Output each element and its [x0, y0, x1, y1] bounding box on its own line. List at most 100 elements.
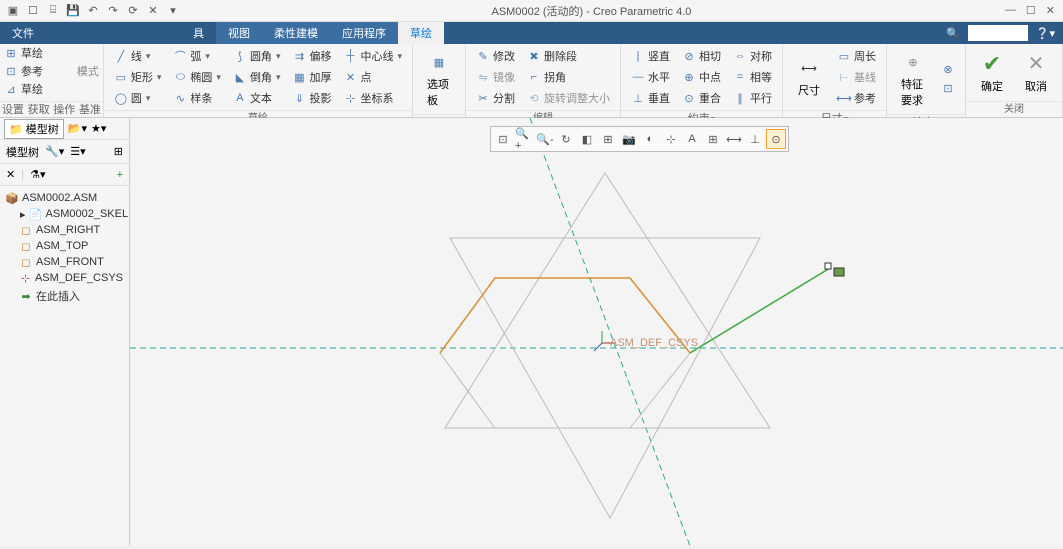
- text-button[interactable]: A文本: [229, 88, 285, 108]
- cancel-button[interactable]: ✕ 取消: [1016, 48, 1056, 98]
- sketch-ref[interactable]: ⊡参考模式: [0, 62, 103, 80]
- filter-x-icon[interactable]: ✕: [6, 168, 15, 181]
- filter-add-icon[interactable]: +: [117, 169, 123, 181]
- tree-settings-icon[interactable]: 🔧▾: [45, 145, 64, 158]
- tree-right[interactable]: ◻ASM_RIGHT: [2, 222, 127, 238]
- close-icon[interactable]: ✕: [1046, 4, 1055, 17]
- tree-tab[interactable]: 📁 模型树: [4, 119, 64, 139]
- close-win-icon[interactable]: ✕: [144, 2, 162, 20]
- saved-views-icon[interactable]: 📷: [619, 129, 639, 149]
- tree-top[interactable]: ◻ASM_TOP: [2, 238, 127, 254]
- corner-button[interactable]: ⌐拐角: [523, 67, 614, 87]
- constraint-disp-icon[interactable]: ⊥: [745, 129, 765, 149]
- new-icon[interactable]: ☐: [24, 2, 42, 20]
- dim-disp-icon[interactable]: ⟷: [724, 129, 744, 149]
- help-dropdown-icon[interactable]: ❔▾: [1036, 27, 1055, 40]
- spline-button[interactable]: ∿样条: [169, 88, 225, 108]
- grid-disp-icon[interactable]: ⊞: [703, 129, 723, 149]
- ok-button[interactable]: ✔ 确定: [972, 48, 1012, 98]
- folder-tab[interactable]: 📂▾: [68, 122, 87, 135]
- shade-icon[interactable]: ◧: [577, 129, 597, 149]
- point-button[interactable]: ✕点: [339, 67, 406, 87]
- group-label-setup: 设置 获取数据 操作▾ 基准: [0, 101, 103, 117]
- graphics-canvas[interactable]: ASM_DEF_CSYS ⊡ 🔍+ 🔍- ↻ ◧ ⊞ 📷 ◐ ⊹ A ⊞ ⟷ ⊥…: [130, 118, 1063, 546]
- feature-req-button[interactable]: ⊕ 特征要求: [893, 46, 933, 112]
- maximize-icon[interactable]: ☐: [1026, 4, 1036, 17]
- csys-button[interactable]: ⊹坐标系: [339, 88, 406, 108]
- tab-app[interactable]: 应用程序: [330, 22, 398, 44]
- filter-funnel-icon[interactable]: ⚗▾: [30, 168, 45, 181]
- zoom-out-icon[interactable]: 🔍-: [535, 129, 555, 149]
- project-button[interactable]: ⇓投影: [288, 88, 335, 108]
- reference-button[interactable]: ⟷参考: [833, 88, 880, 108]
- perimeter-button[interactable]: ▭周长: [833, 46, 880, 66]
- refit-icon[interactable]: ⊡: [493, 129, 513, 149]
- inspect-1[interactable]: ⊗: [937, 61, 959, 79]
- vertex-disp-icon[interactable]: ⊙: [766, 129, 786, 149]
- sketch-setup-2[interactable]: ⊿草绘: [0, 80, 103, 98]
- tree-show-icon[interactable]: ☰▾: [70, 145, 85, 158]
- tangent-button[interactable]: ⊘相切: [678, 46, 725, 66]
- divide-button[interactable]: ✂分割: [472, 88, 519, 108]
- palette-button[interactable]: ▦ 选项板: [419, 46, 459, 112]
- vertical-button[interactable]: |竖直: [627, 46, 674, 66]
- repaint-icon[interactable]: ↻: [556, 129, 576, 149]
- parallel-icon: ∥: [733, 91, 747, 105]
- centerline-button[interactable]: ┼中心线▾: [339, 46, 406, 66]
- arc-button[interactable]: ⌒弧▾: [169, 46, 225, 66]
- tab-file[interactable]: 文件: [0, 22, 46, 44]
- tree-filter-icon[interactable]: ⊞: [114, 145, 123, 158]
- minimize-icon[interactable]: —: [1005, 4, 1016, 17]
- zoom-in-icon[interactable]: 🔍+: [514, 129, 534, 149]
- modify-button[interactable]: ✎修改: [472, 46, 519, 66]
- circle-button[interactable]: ◯圆▾: [110, 88, 166, 108]
- thicken-icon: ▦: [292, 70, 306, 84]
- sketch-setup-1[interactable]: ⊞草绘: [0, 44, 103, 62]
- undo-icon[interactable]: ↶: [84, 2, 102, 20]
- inspect-2[interactable]: ⊡: [937, 80, 959, 98]
- horizontal-button[interactable]: ―水平: [627, 67, 674, 87]
- tab-view[interactable]: 视图: [216, 22, 262, 44]
- disp-style-icon[interactable]: ◐: [640, 129, 660, 149]
- tree-csys[interactable]: ⊹ASM_DEF_CSYS: [2, 270, 127, 286]
- app-icon[interactable]: ▣: [4, 2, 22, 20]
- annot-disp-icon[interactable]: A: [682, 129, 702, 149]
- baseline-button[interactable]: ⊢基线: [833, 67, 880, 87]
- delete-seg-button[interactable]: ✖删除段: [523, 46, 614, 66]
- tab-sketch[interactable]: 草绘: [398, 22, 444, 44]
- dimension-button[interactable]: ⟷ 尺寸: [789, 52, 829, 102]
- tree-insert[interactable]: ➡在此插入: [2, 286, 127, 306]
- search-input[interactable]: [968, 25, 1028, 41]
- regen-icon[interactable]: ⟳: [124, 2, 142, 20]
- tree-skel[interactable]: ▸📄ASM0002_SKEL.PRT: [2, 206, 127, 222]
- open-icon[interactable]: ⌸: [44, 2, 62, 20]
- datum-disp-icon[interactable]: ⊹: [661, 129, 681, 149]
- expand-icon[interactable]: ▸: [20, 208, 26, 220]
- tree-front[interactable]: ◻ASM_FRONT: [2, 254, 127, 270]
- fillet-button[interactable]: ⟆圆角▾: [229, 46, 285, 66]
- tree-root[interactable]: 📦ASM0002.ASM: [2, 190, 127, 206]
- chamfer-button[interactable]: ◣倒角▾: [229, 67, 285, 87]
- midpoint-button[interactable]: ⊕中点: [678, 67, 725, 87]
- line-button[interactable]: ╱线▾: [110, 46, 166, 66]
- more-icon[interactable]: ▾: [164, 2, 182, 20]
- tab-tool-placeholder[interactable]: 具: [46, 22, 216, 44]
- save-icon[interactable]: 💾: [64, 2, 82, 20]
- view-orient-icon[interactable]: ⊞: [598, 129, 618, 149]
- mirror-button[interactable]: ⇋镜像: [472, 67, 519, 87]
- search-icon[interactable]: 🔍: [946, 27, 960, 40]
- parallel-button[interactable]: ∥平行: [729, 88, 776, 108]
- offset-button[interactable]: ⇉偏移: [288, 46, 335, 66]
- perpendicular-icon: ⊥: [631, 91, 645, 105]
- coincident-button[interactable]: ⊙重合: [678, 88, 725, 108]
- tab-flex[interactable]: 柔性建模: [262, 22, 330, 44]
- ellipse-button[interactable]: ⬭椭圆▾: [169, 67, 225, 87]
- thicken-button[interactable]: ▦加厚: [288, 67, 335, 87]
- rotate-resize-button[interactable]: ⟲旋转调整大小: [523, 88, 614, 108]
- redo-icon[interactable]: ↷: [104, 2, 122, 20]
- equal-button[interactable]: =相等: [729, 67, 776, 87]
- fav-tab[interactable]: ★▾: [91, 122, 106, 135]
- perpendicular-button[interactable]: ⊥垂直: [627, 88, 674, 108]
- rect-button[interactable]: ▭矩形▾: [110, 67, 166, 87]
- symmetric-button[interactable]: ⇔对称: [729, 46, 776, 66]
